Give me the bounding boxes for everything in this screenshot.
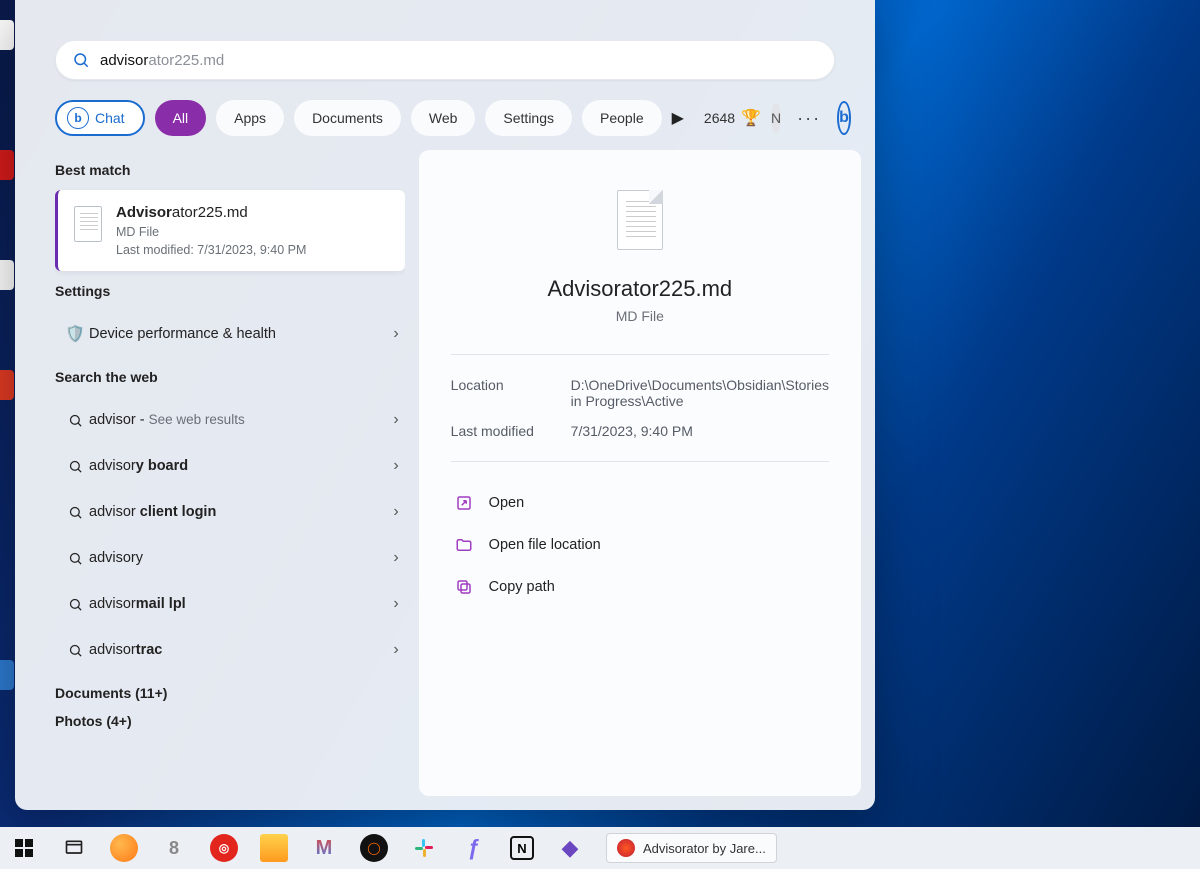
taskbar-app-obsidian[interactable]: ◆: [556, 834, 584, 862]
action-open-location-label: Open file location: [489, 537, 601, 553]
web-heading: Search the web: [55, 369, 405, 385]
action-copy-path[interactable]: Copy path: [451, 566, 829, 608]
chevron-right-icon: ›: [393, 503, 398, 521]
desktop-icon-peek: [0, 260, 14, 290]
taskbar-app-explorer[interactable]: [260, 834, 288, 862]
web-suggestion[interactable]: advisortrac ›: [55, 627, 405, 673]
settings-item-label: Device performance & health: [89, 326, 393, 342]
more-menu-button[interactable]: ···: [791, 108, 827, 129]
rewards-points-value: 2648: [704, 110, 735, 126]
search-icon: [61, 597, 89, 612]
meta-location-val: D:\OneDrive\Documents\Obsidian\Stories i…: [571, 377, 829, 409]
windows-icon: [15, 839, 33, 857]
taskbar-running-brave[interactable]: Advisorator by Jare...: [606, 833, 777, 863]
taskbar-app-slack[interactable]: [410, 834, 438, 862]
taskbar-app-circle[interactable]: ◯: [360, 834, 388, 862]
filter-people[interactable]: People: [582, 100, 662, 136]
filter-more-button[interactable]: ▶: [672, 108, 684, 128]
documents-heading[interactable]: Documents (11+): [55, 685, 405, 701]
taskbar-taskview[interactable]: [60, 834, 88, 862]
open-icon: [455, 494, 473, 512]
taskbar: 8 ◎ M ◯ ƒ N ◆ Advisorator by Jare...: [0, 827, 1200, 869]
filter-chat[interactable]: b Chat: [55, 100, 145, 136]
chevron-right-icon: ›: [393, 457, 398, 475]
bing-button[interactable]: b: [837, 101, 851, 135]
photos-heading[interactable]: Photos (4+): [55, 713, 405, 729]
taskbar-app-8[interactable]: 8: [160, 834, 188, 862]
trophy-icon: 🏆: [741, 108, 761, 128]
search-icon: [61, 505, 89, 520]
filter-documents[interactable]: Documents: [294, 100, 401, 136]
chevron-right-icon: ›: [393, 595, 398, 613]
filter-apps[interactable]: Apps: [216, 100, 284, 136]
best-match-result[interactable]: Advisorator225.md MD File Last modified:…: [55, 190, 405, 271]
filter-all[interactable]: All: [155, 100, 207, 136]
user-avatar[interactable]: N: [771, 103, 781, 133]
search-icon: [61, 643, 89, 658]
taskbar-app-blender[interactable]: [110, 834, 138, 862]
desktop-icon-peek: [0, 150, 14, 180]
action-copy-path-label: Copy path: [489, 579, 555, 595]
folder-icon: [455, 536, 473, 554]
rewards-points[interactable]: 2648 🏆: [704, 108, 761, 128]
chevron-right-icon: ›: [393, 641, 398, 659]
brave-icon: [617, 839, 635, 857]
windows-search-panel: advisorator225.md b Chat All Apps Docume…: [15, 0, 875, 810]
web-suggestion[interactable]: advisor client login ›: [55, 489, 405, 535]
search-icon: [72, 51, 90, 69]
filter-settings[interactable]: Settings: [485, 100, 572, 136]
taskbar-app-gmail[interactable]: M: [310, 834, 338, 862]
chevron-right-icon: ›: [393, 549, 398, 567]
action-open-location[interactable]: Open file location: [451, 524, 829, 566]
taskbar-app-notion[interactable]: N: [510, 836, 534, 860]
desktop-icon-peek: [0, 370, 14, 400]
preview-filename: Advisorator225.md: [548, 276, 733, 302]
start-button[interactable]: [10, 834, 38, 862]
best-match-title: Advisorator225.md: [116, 204, 306, 221]
chevron-right-icon: ›: [393, 325, 398, 343]
desktop-icon-peek: [0, 660, 14, 690]
web-suggestion[interactable]: advisory board ›: [55, 443, 405, 489]
web-suggestion[interactable]: advisor - See web results ›: [55, 397, 405, 443]
best-match-filetype: MD File: [116, 225, 306, 239]
search-icon: [61, 551, 89, 566]
taskbar-app-adobe[interactable]: ◎: [210, 834, 238, 862]
preview-filetype: MD File: [616, 308, 664, 324]
bing-chat-icon: b: [67, 107, 89, 129]
task-view-icon: [64, 838, 84, 858]
filter-chat-label: Chat: [95, 110, 125, 126]
meta-modified-key: Last modified: [451, 423, 571, 439]
search-input[interactable]: advisorator225.md: [100, 52, 818, 69]
taskbar-running-label: Advisorator by Jare...: [643, 841, 766, 856]
settings-heading: Settings: [55, 283, 405, 299]
search-icon: [61, 413, 89, 428]
search-bar[interactable]: advisorator225.md: [55, 40, 835, 80]
settings-item-device-health[interactable]: 🛡️ Device performance & health ›: [55, 311, 405, 357]
chevron-right-icon: ›: [393, 411, 398, 429]
taskbar-app-f[interactable]: ƒ: [460, 834, 488, 862]
action-open[interactable]: Open: [451, 482, 829, 524]
best-match-heading: Best match: [55, 162, 405, 178]
desktop-icon-peek: [0, 20, 14, 50]
search-icon: [61, 459, 89, 474]
document-icon: [617, 190, 663, 250]
preview-pane: Advisorator225.md MD File Location D:\On…: [419, 150, 861, 796]
document-icon: [74, 206, 102, 242]
slack-icon: [414, 838, 434, 858]
filter-web[interactable]: Web: [411, 100, 476, 136]
best-match-modified: Last modified: 7/31/2023, 9:40 PM: [116, 243, 306, 257]
meta-location-key: Location: [451, 377, 571, 409]
meta-modified-val: 7/31/2023, 9:40 PM: [571, 423, 829, 439]
web-suggestion[interactable]: advisory ›: [55, 535, 405, 581]
shield-icon: 🛡️: [61, 324, 89, 344]
web-suggestion[interactable]: advisormail lpl ›: [55, 581, 405, 627]
copy-icon: [455, 578, 473, 596]
action-open-label: Open: [489, 495, 524, 511]
